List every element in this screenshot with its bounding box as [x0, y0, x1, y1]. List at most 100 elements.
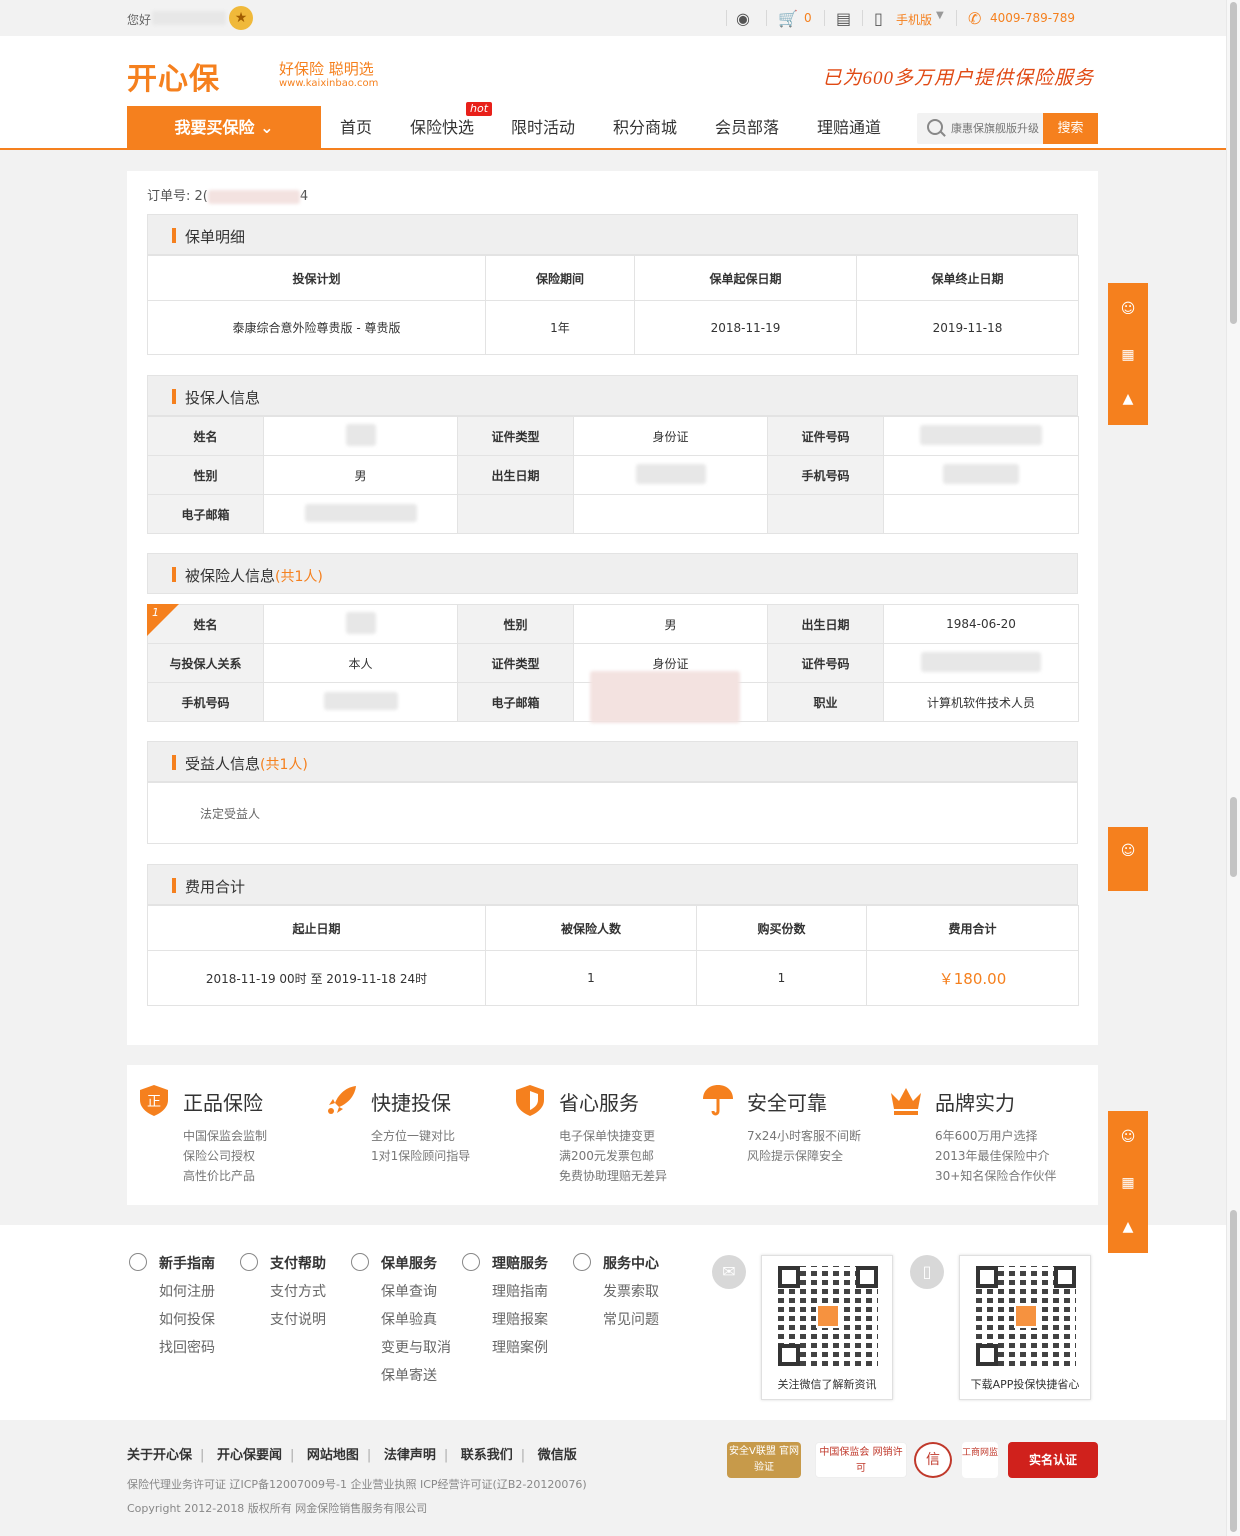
phone-icon: ✆	[968, 9, 982, 28]
insured-index: 1	[152, 606, 159, 619]
badge-real-name[interactable]: 实名认证	[1008, 1442, 1098, 1478]
wechat-qr: 关注微信了解新资讯	[761, 1255, 893, 1400]
username-redacted	[152, 11, 226, 25]
user-icon[interactable]: ◉	[736, 9, 750, 28]
table-row: 2018-11-19 00时 至 2019-11-18 24时 1 1 ￥180…	[147, 950, 1079, 1006]
redacted-value	[590, 671, 740, 723]
phone-app-icon: ▯	[910, 1255, 944, 1289]
hotline-number: 4009-789-789	[990, 11, 1076, 25]
app-qr-code	[976, 1266, 1076, 1366]
redacted-value	[345, 423, 376, 446]
cart-count[interactable]: 0	[804, 11, 812, 25]
buy-insurance-menu-button[interactable]: 我要买保险 ⌄	[127, 106, 321, 150]
section-header: 投保人信息	[147, 375, 1078, 416]
scrollbar-thumb[interactable]	[1230, 2, 1237, 324]
footer-links: 新手指南 如何注册 如何投保 找回密码 支付帮助 支付方式 支付说明 保单服务 …	[0, 1225, 1226, 1420]
license-info: 保险代理业务许可证 辽ICP备12007009号-1 企业营业执照 ICP经营许…	[127, 1478, 587, 1491]
redacted-value	[635, 463, 706, 484]
section-header: 费用合计	[147, 864, 1078, 905]
customer-service-icon[interactable]: ☺	[1118, 299, 1138, 319]
qr-code-icon[interactable]: ▦	[1118, 1173, 1138, 1193]
scrollbar-thumb[interactable]	[1230, 797, 1237, 877]
footer-col-claims: 理赔服务 理赔指南 理赔报案 理赔案例	[462, 1253, 548, 1357]
section-title: 被保险人信息(共1人)	[185, 567, 323, 585]
redacted-value	[920, 424, 1042, 445]
badge-safety-alliance[interactable]: 安全V联盟 官网验证	[727, 1442, 801, 1478]
app-qr: 下载APP投保快捷省心	[959, 1255, 1091, 1400]
orders-icon[interactable]: ▤	[836, 9, 851, 28]
section-title: 费用合计	[185, 878, 246, 896]
clipboard-icon	[351, 1253, 369, 1271]
table-row: 姓名 性别 男 出生日期 1984-06-20	[147, 604, 1079, 644]
footer-col-policy: 保单服务 保单查询 保单验真 变更与取消 保单寄送	[351, 1253, 451, 1385]
top-bar: 您好 ★ ◉ 🛒 0 ▤ ▯ 手机版 ▼ ✆ 4009-789-789	[0, 0, 1226, 36]
scrollbar-thumb[interactable]	[1230, 1210, 1237, 1532]
rocket-icon	[328, 1086, 356, 1114]
back-to-top-icon[interactable]: ▲	[1118, 1217, 1138, 1237]
compass-icon	[129, 1253, 147, 1271]
section-title: 保单明细	[185, 228, 246, 246]
crown-icon	[891, 1088, 921, 1115]
greeting: 您好	[127, 13, 152, 27]
brand-name: 开心保	[127, 63, 220, 96]
mobile-icon[interactable]: ▯	[874, 9, 883, 28]
nav-home[interactable]: 首页	[340, 106, 372, 150]
beneficiary-section: 受益人信息(共1人) 法定受益人	[147, 741, 1078, 844]
cart-icon[interactable]: 🛒	[778, 9, 798, 28]
search-box: 搜索	[917, 113, 1098, 144]
badge-trust[interactable]: 信	[914, 1442, 952, 1478]
back-to-top-icon[interactable]: ▲	[1118, 389, 1138, 409]
search-input[interactable]	[951, 120, 1043, 137]
footer-col-payment: 支付帮助 支付方式 支付说明	[240, 1253, 326, 1329]
umbrella-icon	[703, 1085, 733, 1116]
table-row: 性别 男 出生日期 手机号码	[147, 455, 1079, 495]
footer-col-guide: 新手指南 如何注册 如何投保 找回密码	[129, 1253, 215, 1357]
nav-claims[interactable]: 理赔通道	[817, 106, 881, 150]
hot-badge: hot	[466, 102, 493, 116]
redacted-value	[323, 691, 398, 710]
badge-business-monitor[interactable]: 工商网监	[962, 1442, 998, 1478]
insured-table: 姓名 性别 男 出生日期 1984-06-20 与投保人关系 本人 证件类型 身…	[147, 604, 1079, 723]
floating-toolbar: ☺ ▦ ▲	[1108, 283, 1148, 425]
table-header-row: 起止日期 被保险人数 购买份数 费用合计	[147, 905, 1079, 951]
section-header: 受益人信息(共1人)	[147, 741, 1078, 782]
footer-col-service: 服务中心 发票索取 常见问题	[573, 1253, 659, 1329]
redacted-value	[304, 503, 417, 522]
chevron-down-icon[interactable]: ▼	[936, 10, 944, 21]
nav-points-mall[interactable]: 积分商城	[613, 106, 677, 150]
nav-quick-select[interactable]: 保险快选	[410, 106, 474, 150]
total-price: ￥180.00	[866, 950, 1079, 1006]
qr-code-icon[interactable]: ▦	[1118, 345, 1138, 365]
table-row: 泰康综合意外险尊贵版 - 尊贵版 1年 2018-11-19 2019-11-1…	[147, 300, 1079, 355]
insured-section: 被保险人信息(共1人) 姓名 性别 男 出生日期 1984-06-20 与投保人…	[147, 553, 1079, 723]
badge-circ[interactable]: 中国保监会 网销许可	[815, 1442, 907, 1478]
table-header-row: 投保计划 保险期间 保单起保日期 保单终止日期	[147, 255, 1079, 301]
section-title: 投保人信息	[185, 389, 261, 407]
table-row: 电子邮箱	[147, 494, 1079, 534]
customer-service-icon[interactable]: ☺	[1118, 841, 1138, 861]
page-scrollbar[interactable]	[1226, 0, 1240, 1536]
section-header: 保单明细	[147, 214, 1078, 255]
brand-slogan: 好保险 聪明选	[279, 60, 374, 78]
redacted-value	[921, 651, 1041, 672]
features-bar: 正 正品保险 中国保监会监制 保险公司授权 高性价比产品 快捷投保 全方位一键对…	[127, 1065, 1098, 1205]
copyright: Copyright 2012-2018 版权所有 网金保险销售服务有限公司	[127, 1502, 428, 1515]
floating-toolbar-bottom: ☺ ▦ ▲	[1108, 1111, 1148, 1253]
policy-table: 投保计划 保险期间 保单起保日期 保单终止日期 泰康综合意外险尊贵版 - 尊贵版…	[147, 255, 1079, 355]
redacted-value	[943, 463, 1019, 484]
policy-section: 保单明细 投保计划 保险期间 保单起保日期 保单终止日期 泰康综合意外险尊贵版 …	[147, 214, 1079, 355]
nav-promotions[interactable]: 限时活动	[511, 106, 575, 150]
order-number: 订单号: 2(4	[147, 189, 309, 204]
mobile-version-link[interactable]: 手机版	[896, 11, 932, 28]
wechat-qr-code	[778, 1266, 878, 1366]
headset-icon	[573, 1253, 591, 1271]
nav-member-club[interactable]: 会员部落	[715, 106, 779, 150]
svg-text:正: 正	[147, 1094, 161, 1110]
umbrella-icon	[462, 1253, 480, 1271]
redacted-value	[345, 611, 376, 634]
customer-service-icon[interactable]: ☺	[1118, 1127, 1138, 1147]
search-button[interactable]: 搜索	[1043, 113, 1098, 144]
top-bar-actions: ◉ 🛒 0 ▤ ▯ 手机版 ▼ ✆ 4009-789-789	[726, 0, 1226, 36]
footer-nav: 关于开心保 | 开心保要闻 | 网站地图 | 法律声明 | 联系我们 | 微信版	[127, 1448, 577, 1463]
site-footer: 关于开心保 | 开心保要闻 | 网站地图 | 法律声明 | 联系我们 | 微信版 保险代理…	[0, 1420, 1226, 1536]
